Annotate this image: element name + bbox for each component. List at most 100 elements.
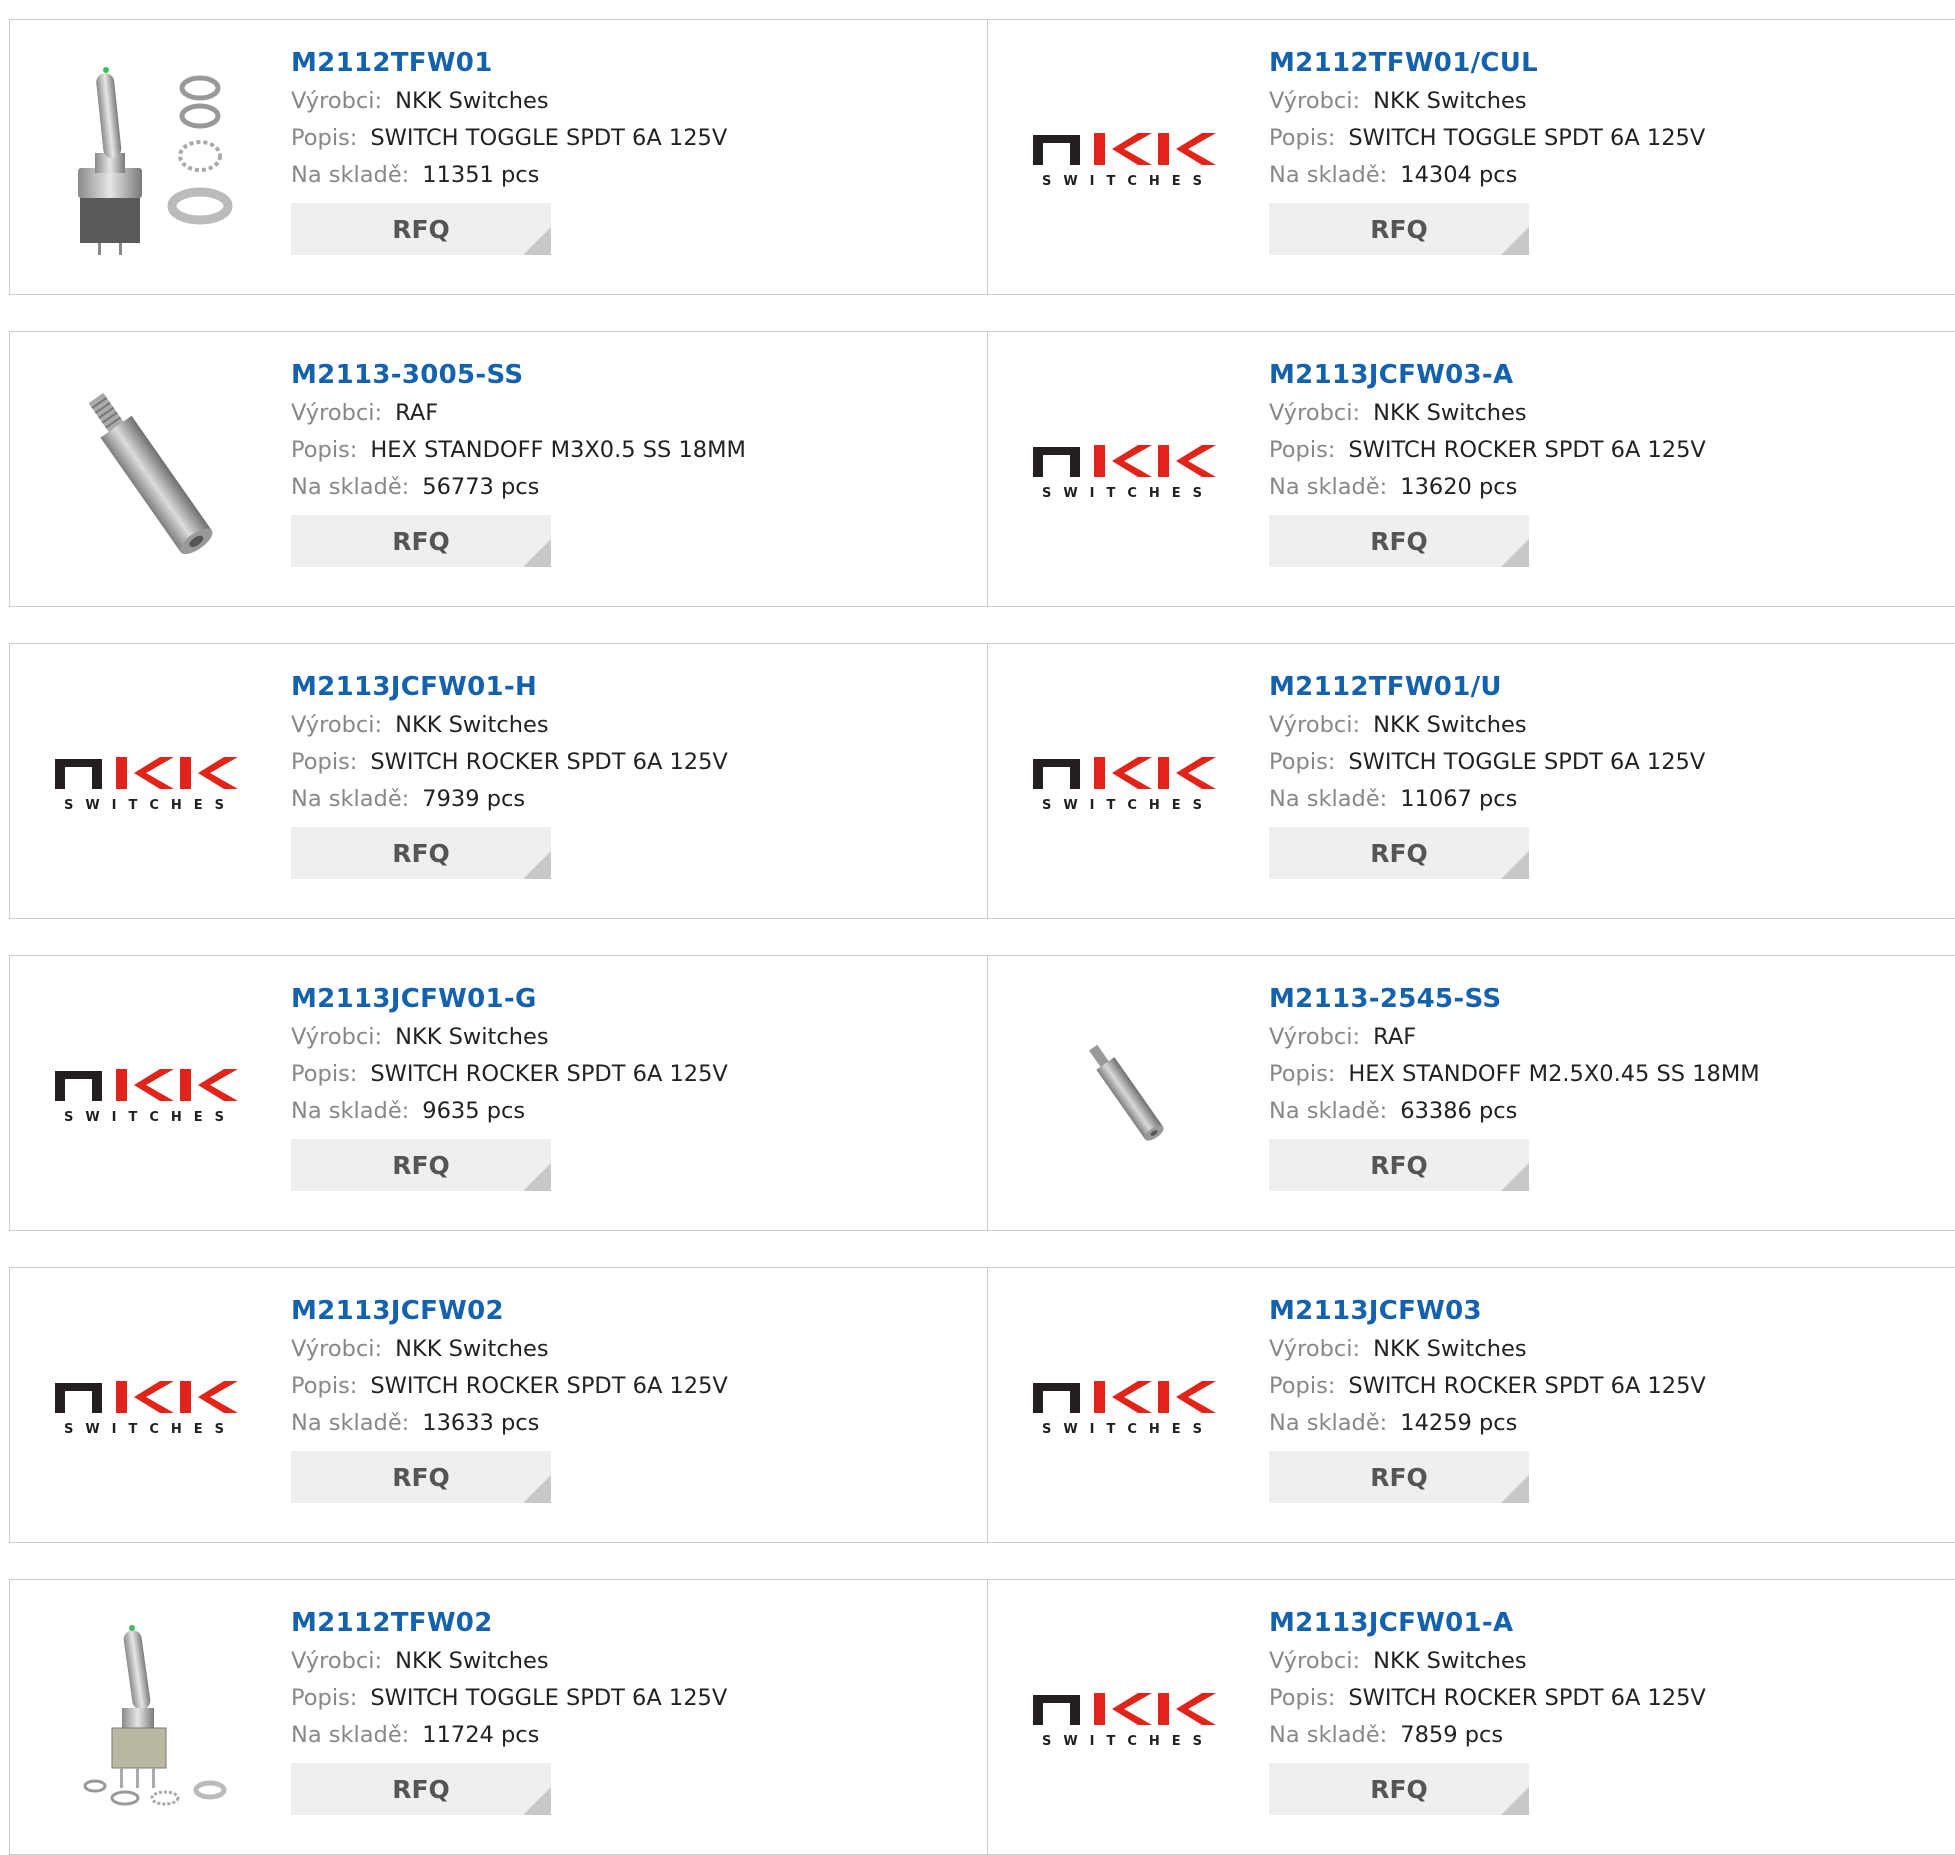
manufacturer-value: NKK Switches [395, 712, 549, 738]
manufacturer-row: Výrobci: NKK Switches [291, 1643, 727, 1680]
description-label: Popis: [291, 1373, 358, 1399]
corner-triangle-icon [523, 1475, 551, 1503]
product-card: M2113-3005-SS Výrobci: RAF Popis: HEX STAN… [9, 331, 988, 607]
nkk-logo-icon: SWITCHES [1033, 757, 1216, 813]
rfq-label: RFQ [392, 1462, 450, 1492]
part-number-link[interactable]: M2113JCFW01-H [291, 670, 728, 704]
product-card: M2112TFW02 Výrobci: NKK Switches Popis: SW… [9, 1579, 988, 1855]
nkk-logo-icon: SWITCHES [1033, 1381, 1216, 1437]
manufacturer-row: Výrobci: RAF [1269, 1019, 1760, 1056]
part-number-link[interactable]: M2112TFW01/U [1269, 670, 1705, 704]
part-number-link[interactable]: M2113JCFW01-A [1269, 1606, 1706, 1640]
corner-triangle-icon [523, 1163, 551, 1191]
product-image[interactable]: SWITCHES [1028, 1306, 1228, 1506]
stock-value: 14304 pcs [1400, 162, 1518, 188]
manufacturer-value: NKK Switches [1373, 88, 1527, 114]
part-number-link[interactable]: M2113JCFW03 [1269, 1294, 1706, 1328]
part-number-link[interactable]: M2113-3005-SS [291, 358, 746, 392]
rfq-label: RFQ [1370, 1462, 1428, 1492]
manufacturer-label: Výrobci: [1269, 400, 1361, 426]
description-label: Popis: [291, 437, 358, 463]
product-card: SWITCHES M2113JCFW03-A Výrobci: NKK Switc… [987, 331, 1955, 607]
product-image[interactable]: SWITCHES [50, 682, 250, 882]
product-image[interactable]: SWITCHES [50, 1306, 250, 1506]
rfq-button[interactable]: RFQ [291, 1763, 551, 1815]
rfq-label: RFQ [392, 1774, 450, 1804]
stock-label: Na skladě: [291, 162, 410, 188]
rfq-button[interactable]: RFQ [1269, 1763, 1529, 1815]
description-value: SWITCH ROCKER SPDT 6A 125V [370, 1061, 728, 1087]
rfq-button[interactable]: RFQ [1269, 515, 1529, 567]
description-value: HEX STANDOFF M3X0.5 SS 18MM [370, 437, 746, 463]
corner-triangle-icon [1501, 1163, 1529, 1191]
stock-label: Na skladě: [291, 1722, 410, 1748]
rfq-button[interactable]: RFQ [291, 1451, 551, 1503]
product-image[interactable]: SWITCHES [1028, 58, 1228, 258]
stock-row: Na skladě: 9635 pcs [291, 1093, 728, 1130]
nkk-logo-icon: SWITCHES [55, 1069, 238, 1125]
product-card: SWITCHES M2112TFW01/U Výrobci: NKK Switch… [987, 643, 1955, 919]
corner-triangle-icon [523, 851, 551, 879]
stock-label: Na skladě: [1269, 1098, 1388, 1124]
rfq-button[interactable]: RFQ [291, 203, 551, 255]
product-image[interactable] [50, 58, 250, 258]
rfq-button[interactable]: RFQ [1269, 827, 1529, 879]
rfq-button[interactable]: RFQ [1269, 1451, 1529, 1503]
description-row: Popis: SWITCH ROCKER SPDT 6A 125V [291, 1056, 728, 1093]
manufacturer-label: Výrobci: [1269, 1648, 1361, 1674]
nkk-logo-icon: SWITCHES [1033, 445, 1216, 501]
rfq-label: RFQ [1370, 1150, 1428, 1180]
product-image[interactable] [1028, 994, 1228, 1194]
description-label: Popis: [1269, 749, 1336, 775]
part-number-link[interactable]: M2113-2545-SS [1269, 982, 1760, 1016]
manufacturer-row: Výrobci: NKK Switches [1269, 1643, 1706, 1680]
rfq-button[interactable]: RFQ [291, 827, 551, 879]
product-image[interactable] [50, 1618, 250, 1818]
nkk-logo-icon: SWITCHES [1033, 133, 1216, 189]
toggle-switch-photo [78, 67, 233, 255]
part-number-link[interactable]: M2113JCFW01-G [291, 982, 728, 1016]
corner-triangle-icon [523, 539, 551, 567]
description-label: Popis: [1269, 437, 1336, 463]
manufacturer-row: Výrobci: NKK Switches [1269, 1331, 1706, 1368]
stock-label: Na skladě: [1269, 786, 1388, 812]
rfq-button[interactable]: RFQ [1269, 1139, 1529, 1191]
manufacturer-label: Výrobci: [291, 1336, 383, 1362]
product-image[interactable] [50, 370, 250, 570]
part-number-link[interactable]: M2112TFW02 [291, 1606, 727, 1640]
description-label: Popis: [1269, 1685, 1336, 1711]
description-value: SWITCH ROCKER SPDT 6A 125V [1348, 1373, 1706, 1399]
svg-text:SWITCHES: SWITCHES [1042, 174, 1214, 189]
product-image[interactable]: SWITCHES [50, 994, 250, 1194]
manufacturer-value: NKK Switches [395, 1648, 549, 1674]
part-number-link[interactable]: M2112TFW01/CUL [1269, 46, 1705, 80]
svg-text:SWITCHES: SWITCHES [64, 798, 236, 813]
product-image[interactable]: SWITCHES [1028, 682, 1228, 882]
svg-text:SWITCHES: SWITCHES [1042, 486, 1214, 501]
stock-label: Na skladě: [1269, 162, 1388, 188]
manufacturer-row: Výrobci: NKK Switches [1269, 395, 1706, 432]
product-card: M2112TFW01 Výrobci: NKK Switches Popis: SW… [9, 19, 988, 295]
manufacturer-label: Výrobci: [291, 400, 383, 426]
part-number-link[interactable]: M2112TFW01 [291, 46, 727, 80]
manufacturer-label: Výrobci: [1269, 88, 1361, 114]
rfq-label: RFQ [392, 526, 450, 556]
description-row: Popis: SWITCH ROCKER SPDT 6A 125V [291, 744, 728, 781]
description-row: Popis: SWITCH TOGGLE SPDT 6A 125V [291, 1680, 727, 1717]
nkk-logo-icon: SWITCHES [55, 1381, 238, 1437]
product-image[interactable]: SWITCHES [1028, 1618, 1228, 1818]
part-number-link[interactable]: M2113JCFW03-A [1269, 358, 1706, 392]
rfq-button[interactable]: RFQ [1269, 203, 1529, 255]
toggle-switch-photo [83, 1625, 227, 1806]
manufacturer-value: NKK Switches [395, 88, 549, 114]
stock-row: Na skladě: 7939 pcs [291, 781, 728, 818]
corner-triangle-icon [1501, 1475, 1529, 1503]
stock-value: 11067 pcs [1400, 786, 1518, 812]
stock-label: Na skladě: [291, 474, 410, 500]
product-card: SWITCHES M2113JCFW01-H Výrobci: NKK Switc… [9, 643, 988, 919]
rfq-button[interactable]: RFQ [291, 515, 551, 567]
description-label: Popis: [291, 125, 358, 151]
rfq-button[interactable]: RFQ [291, 1139, 551, 1191]
part-number-link[interactable]: M2113JCFW02 [291, 1294, 728, 1328]
product-image[interactable]: SWITCHES [1028, 370, 1228, 570]
